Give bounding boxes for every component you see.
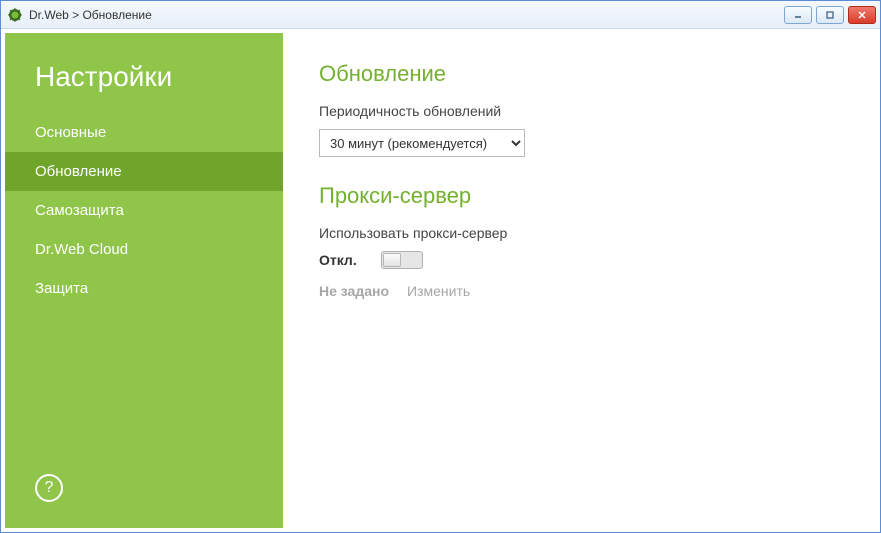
app-icon bbox=[7, 7, 23, 23]
window-title: Dr.Web > Обновление bbox=[29, 8, 152, 22]
proxy-change-link[interactable]: Изменить bbox=[407, 283, 470, 299]
help-icon: ? bbox=[45, 479, 54, 497]
proxy-toggle-row: Откл. bbox=[319, 251, 840, 269]
update-frequency-label: Периодичность обновлений bbox=[319, 103, 840, 119]
proxy-toggle[interactable] bbox=[381, 251, 423, 269]
sidebar-item-general[interactable]: Основные bbox=[5, 113, 283, 152]
minimize-button[interactable] bbox=[784, 6, 812, 24]
sidebar-item-update[interactable]: Обновление bbox=[5, 152, 283, 191]
update-frequency-select[interactable]: 30 минут (рекомендуется) bbox=[319, 129, 525, 157]
sidebar-item-label: Основные bbox=[35, 124, 106, 141]
sidebar-title: Настройки bbox=[5, 33, 283, 113]
main-panel: Обновление Периодичность обновлений 30 м… bbox=[283, 33, 876, 528]
proxy-toggle-state: Откл. bbox=[319, 252, 365, 268]
window-controls bbox=[784, 6, 876, 24]
sidebar-item-self-protection[interactable]: Самозащита bbox=[5, 191, 283, 230]
use-proxy-label: Использовать прокси-сервер bbox=[319, 225, 840, 241]
app-window: Dr.Web > Обновление Настройки Основные О… bbox=[0, 0, 881, 533]
help-button[interactable]: ? bbox=[35, 474, 63, 502]
sidebar-item-label: Обновление bbox=[35, 163, 122, 180]
titlebar: Dr.Web > Обновление bbox=[1, 1, 880, 29]
toggle-knob bbox=[383, 253, 401, 267]
sidebar-item-label: Защита bbox=[35, 280, 88, 297]
proxy-section-header: Прокси-сервер bbox=[319, 183, 840, 209]
update-frequency-select-wrap: 30 минут (рекомендуется) bbox=[319, 129, 525, 157]
update-section-header: Обновление bbox=[319, 61, 840, 87]
sidebar-item-label: Dr.Web Cloud bbox=[35, 241, 128, 258]
content-area: Настройки Основные Обновление Самозащита… bbox=[1, 29, 880, 532]
sidebar-item-label: Самозащита bbox=[35, 202, 124, 219]
proxy-status-row: Не задано Изменить bbox=[319, 283, 840, 299]
close-button[interactable] bbox=[848, 6, 876, 24]
sidebar-nav: Основные Обновление Самозащита Dr.Web Cl… bbox=[5, 113, 283, 308]
maximize-button[interactable] bbox=[816, 6, 844, 24]
sidebar-item-protection[interactable]: Защита bbox=[5, 269, 283, 308]
sidebar-item-drweb-cloud[interactable]: Dr.Web Cloud bbox=[5, 230, 283, 269]
proxy-status-value: Не задано bbox=[319, 283, 389, 299]
sidebar: Настройки Основные Обновление Самозащита… bbox=[5, 33, 283, 528]
